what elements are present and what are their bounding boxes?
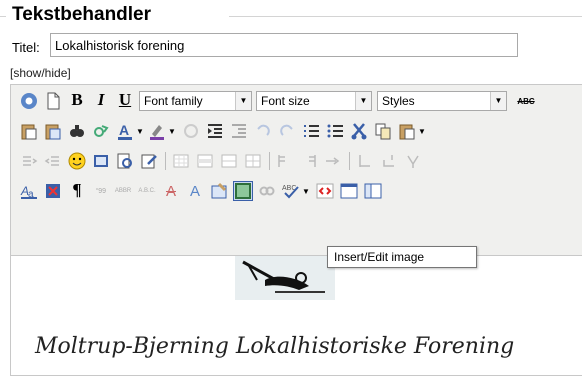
toolbar-row-3 (11, 145, 582, 175)
help-icon[interactable] (19, 91, 39, 111)
section-legend: Tekstbehandler (12, 4, 152, 25)
underline-button[interactable]: U (115, 90, 135, 110)
strikethrough-button[interactable]: ABC (513, 91, 539, 111)
delete-col-icon (299, 151, 319, 171)
font-family-select[interactable]: Font family ▼ (139, 91, 252, 111)
emoticons-icon[interactable] (67, 151, 87, 171)
font-family-value: Font family (144, 94, 203, 108)
tooltip: Insert/Edit image (327, 246, 477, 268)
font-size-value: Font size (261, 94, 310, 108)
styleprops-icon[interactable]: Aa (19, 181, 39, 201)
link-icon (257, 181, 277, 201)
table-delete-icon (403, 151, 423, 171)
chevron-down-icon[interactable]: ▼ (301, 181, 311, 201)
paste-word-icon[interactable] (43, 121, 63, 141)
font-size-select[interactable]: Font size ▼ (256, 91, 372, 111)
toolbar-row-2: A ▼ ▼ ▼ (11, 115, 582, 145)
html-source-icon[interactable] (315, 181, 335, 201)
abbr-icon: ABBR (114, 188, 132, 194)
bold-button[interactable]: B (67, 90, 87, 110)
redo-icon (277, 121, 297, 141)
template-icon[interactable] (363, 181, 383, 201)
del-icon[interactable]: A (161, 181, 181, 201)
merge-cells-icon (379, 151, 399, 171)
svg-text:A: A (119, 122, 129, 138)
toolbar-row-4: Aa ¶ “99 ABBR A.B.C. A A ABC ▼ (11, 175, 582, 205)
remove-format-icon[interactable] (43, 181, 63, 201)
new-document-icon[interactable] (43, 91, 63, 111)
chevron-down-icon[interactable]: ▼ (135, 121, 145, 141)
rich-text-editor: B I U Font family ▼ Font size ▼ Styles ▼… (10, 84, 582, 376)
toolbar-separator (165, 152, 166, 170)
insert-row-icon (243, 151, 263, 171)
unlink-icon (181, 121, 201, 141)
insert-col-icon (275, 151, 295, 171)
highlight-color-icon[interactable] (147, 121, 167, 141)
ordered-list-icon[interactable] (301, 121, 321, 141)
spellcheck-icon[interactable]: ABC (281, 181, 301, 201)
text-color-icon[interactable]: A (115, 121, 135, 141)
fullscreen-icon[interactable] (339, 181, 359, 201)
media-icon[interactable] (91, 151, 111, 171)
cell-props-icon (219, 151, 239, 171)
document-heading: Moltrup-Bjerning Lokalhistoriske Forenin… (35, 334, 515, 359)
ins-icon[interactable]: A (185, 181, 205, 201)
copy-icon[interactable] (373, 121, 393, 141)
preview-icon[interactable] (115, 151, 135, 171)
cut-icon[interactable] (349, 121, 369, 141)
ltr-icon (19, 151, 39, 171)
indent-icon[interactable] (205, 121, 225, 141)
paste-icon[interactable] (397, 121, 417, 141)
rtl-icon (43, 151, 63, 171)
image-icon[interactable] (233, 181, 253, 201)
editor-toolbar: B I U Font family ▼ Font size ▼ Styles ▼… (11, 85, 582, 256)
fieldset-border-top (229, 16, 582, 17)
chevron-down-icon: ▼ (235, 92, 251, 110)
undo-icon (253, 121, 273, 141)
italic-button[interactable]: I (91, 90, 111, 110)
toolbar-separator (349, 152, 350, 170)
chevron-down-icon[interactable]: ▼ (167, 121, 177, 141)
plough-image[interactable] (235, 256, 335, 300)
title-input[interactable] (50, 33, 518, 57)
fieldset-border-left (0, 16, 6, 17)
replace-icon[interactable] (91, 121, 111, 141)
edit-icon[interactable] (139, 151, 159, 171)
paste-text-icon[interactable] (19, 121, 39, 141)
split-cells-icon (355, 151, 375, 171)
outdent-icon (229, 121, 249, 141)
table-icon (171, 151, 191, 171)
chevron-down-icon: ▼ (490, 92, 506, 110)
cite-icon: “99 (95, 187, 107, 195)
find-icon[interactable] (67, 121, 87, 141)
styles-value: Styles (382, 94, 415, 108)
toolbar-separator (269, 152, 270, 170)
delete-row-icon (323, 151, 343, 171)
unordered-list-icon[interactable] (325, 121, 345, 141)
attribs-icon[interactable] (209, 181, 229, 201)
chevron-down-icon[interactable]: ▼ (417, 121, 427, 141)
toolbar-row-1: B I U Font family ▼ Font size ▼ Styles ▼… (11, 85, 582, 115)
show-hide-toggle[interactable]: [show/hide] (10, 66, 71, 80)
title-label: Titel: (12, 40, 40, 55)
visual-chars-icon[interactable]: ¶ (67, 180, 87, 200)
row-props-icon (195, 151, 215, 171)
chevron-down-icon: ▼ (355, 92, 371, 110)
styles-select[interactable]: Styles ▼ (377, 91, 507, 111)
acronym-icon: A.B.C. (138, 188, 156, 194)
